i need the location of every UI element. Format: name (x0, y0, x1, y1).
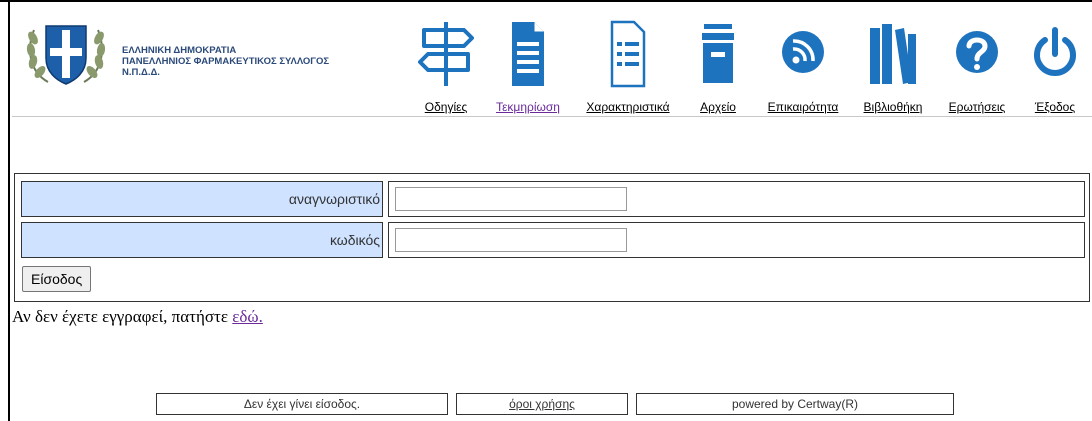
question-icon (956, 31, 998, 73)
organization-name: ΕΛΛΗΝΙΚΗ ΔΗΜΟΚΡΑΤΙΑ ΠΑΝΕΛΛΗΝΙΟΣ ΦΑΡΜΑΚΕΥ… (122, 45, 329, 78)
nav-label-library[interactable]: Βιβλιοθήκη (864, 100, 923, 114)
password-label: κωδικός (21, 222, 383, 258)
login-button[interactable]: Είσοδος (22, 266, 92, 292)
username-input[interactable] (395, 187, 627, 211)
org-line-1: ΕΛΛΗΝΙΚΗ ΔΗΜΟΚΡΑΤΙΑ (122, 45, 237, 56)
password-cell (388, 222, 1085, 258)
nav-label-instructions[interactable]: Οδηγίες (425, 100, 468, 114)
nav-item-archive[interactable]: Αρχείο (698, 16, 738, 114)
org-line-2: ΠΑΝΕΛΛΗΝΙΟΣ ΦΑΡΜΑΚΕΥΤΙΚΟΣ ΣΥΛΛΟΓΟΣ (122, 56, 330, 67)
password-input[interactable] (395, 228, 627, 252)
nav-label-archive[interactable]: Αρχείο (700, 100, 736, 114)
terms-cell: όροι χρήσης (456, 393, 628, 415)
login-form: αναγνωριστικό κωδικός Είσοδος (14, 173, 1090, 302)
window-top-border (0, 0, 1092, 2)
powered-by: powered by Certway(R) (636, 393, 954, 415)
org-line-3: Ν.Π.Δ.Δ. (122, 67, 160, 78)
nav-item-logout[interactable]: Έξοδος (1032, 16, 1078, 114)
nav-label-news[interactable]: Επικαιρότητα (768, 100, 839, 114)
window-left-border (8, 0, 10, 421)
signpost-icon (418, 22, 474, 86)
rss-icon (782, 31, 824, 73)
archive-icon (702, 24, 734, 83)
nav-label-questions[interactable]: Ερωτήσεις (949, 100, 1006, 114)
username-cell (388, 181, 1085, 217)
power-icon (1034, 27, 1076, 76)
register-prompt: Αν δεν έχετε εγγραφεί, πατήστε εδώ. (12, 307, 263, 327)
nav-label-logout[interactable]: Έξοδος (1035, 100, 1075, 114)
nav-item-instructions[interactable]: Οδηγίες (416, 16, 476, 114)
username-label: αναγνωριστικό (21, 181, 383, 217)
nav-item-news[interactable]: Επικαιρότητα (768, 16, 838, 114)
nav-item-questions[interactable]: Ερωτήσεις (949, 16, 1005, 114)
nav-item-documentation[interactable]: Τεκμηρίωση (496, 16, 560, 114)
checklist-icon (610, 20, 646, 88)
nav-item-features[interactable]: Χαρακτηριστικά (586, 16, 670, 114)
page-header: ΕΛΛΗΝΙΚΗ ΔΗΜΟΚΡΑΤΙΑ ΠΑΝΕΛΛΗΝΙΟΣ ΦΑΡΜΑΚΕΥ… (12, 12, 1092, 117)
nav-label-documentation[interactable]: Τεκμηρίωση (496, 100, 560, 114)
register-link[interactable]: εδώ. (232, 307, 263, 326)
books-icon (870, 24, 916, 84)
register-text: Αν δεν έχετε εγγραφεί, πατήστε (12, 307, 233, 326)
greek-emblem-logo (26, 25, 106, 85)
document-icon (512, 22, 544, 86)
nav-item-library[interactable]: Βιβλιοθήκη (864, 16, 922, 114)
nav-label-features[interactable]: Χαρακτηριστικά (586, 100, 669, 114)
terms-link[interactable]: όροι χρήσης (509, 397, 575, 411)
login-status: Δεν έχει γίνει είσοδος. (156, 393, 448, 415)
